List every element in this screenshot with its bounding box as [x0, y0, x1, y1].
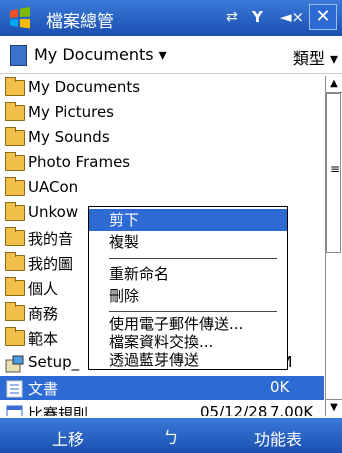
file-name: UACon: [28, 178, 79, 196]
list-item[interactable]: UACon: [0, 176, 324, 200]
file-name: 範本: [28, 330, 59, 348]
folder-icon: [5, 277, 25, 296]
menu-item-delete[interactable]: 刪除: [89, 285, 287, 307]
file-name: My Sounds: [28, 128, 110, 146]
document-icon: [5, 405, 25, 416]
signal-icon[interactable]: Y: [252, 8, 263, 26]
window-title: 檔案總管: [46, 12, 114, 32]
file-name: Unkow: [28, 203, 79, 221]
folder-icon: [5, 177, 25, 196]
keyboard-icon[interactable]: ㄅ: [163, 424, 179, 448]
file-date: 05/12/28: [200, 403, 268, 416]
file-size: 7.00K: [270, 403, 314, 416]
folder-icon: [5, 152, 25, 171]
list-item[interactable]: My Pictures: [0, 101, 324, 125]
menu-item-rename[interactable]: 重新命名: [89, 263, 287, 285]
folder-icon: [5, 302, 25, 321]
grip-icon: ≡: [330, 162, 341, 176]
file-name: My Pictures: [28, 103, 114, 121]
menu-bar: 上移 ㄅ 功能表: [0, 418, 342, 453]
file-name: Setup_: [28, 353, 80, 371]
folder-icon: [5, 327, 25, 346]
file-name: 我的音: [28, 230, 74, 248]
folder-bar: My Documents ▾ 類型 ▾: [0, 37, 342, 74]
folder-icon: [5, 252, 25, 271]
file-name: 比賽規則: [28, 405, 89, 416]
file-name: 我的圖: [28, 255, 74, 273]
scroll-up-icon[interactable]: ▲: [326, 76, 342, 93]
sort-dropdown[interactable]: 類型 ▾: [293, 45, 338, 69]
list-item[interactable]: My Sounds: [0, 126, 324, 150]
close-button[interactable]: ✕: [309, 4, 337, 30]
context-menu: 剪下 複製 重新命名 刪除 使用電子郵件傳送... 檔案資料交換... 透過藍芽…: [88, 206, 288, 370]
menu-softkey[interactable]: 功能表: [254, 426, 302, 450]
file-name: 商務: [28, 305, 59, 323]
file-name: My Documents: [28, 78, 141, 96]
folder-dropdown[interactable]: My Documents ▾: [34, 45, 167, 64]
menu-item-bluetooth[interactable]: 透過藍芽傳送: [89, 349, 287, 371]
scroll-thumb[interactable]: ≡: [326, 93, 341, 253]
menu-item-copy[interactable]: 複製: [89, 231, 287, 253]
up-softkey[interactable]: 上移: [52, 426, 84, 450]
list-item[interactable]: Photo Frames: [0, 151, 324, 175]
setup-icon: [5, 355, 25, 373]
file-size: 0K: [270, 378, 290, 396]
file-name: 個人: [28, 280, 59, 298]
folder-icon: [5, 127, 25, 146]
folder-icon: [5, 202, 25, 221]
volume-icon[interactable]: ◄×: [280, 8, 304, 26]
menu-item-cut[interactable]: 剪下: [89, 209, 287, 231]
file-name: Photo Frames: [28, 153, 131, 171]
menu-divider: [109, 258, 277, 259]
list-item[interactable]: 比賽規則 05/12/28 7.00K: [0, 401, 324, 416]
list-item[interactable]: 文書 0K: [0, 376, 324, 400]
menu-divider: [109, 311, 277, 312]
document-icon: [5, 380, 25, 398]
title-bar: 檔案總管 ⇄ Y ◄× ✕: [0, 0, 342, 36]
file-name: 文書: [28, 380, 59, 398]
folder-icon: [5, 102, 25, 121]
windows-start-icon[interactable]: [8, 7, 32, 29]
document-icon: [10, 45, 27, 66]
vertical-scrollbar[interactable]: ▲ ≡ ▼: [325, 76, 342, 416]
scroll-down-icon[interactable]: ▼: [326, 399, 342, 416]
list-item[interactable]: My Documents: [0, 76, 324, 100]
folder-icon: [5, 227, 25, 246]
folder-icon: [5, 77, 25, 96]
connectivity-icon[interactable]: ⇄: [226, 9, 238, 25]
